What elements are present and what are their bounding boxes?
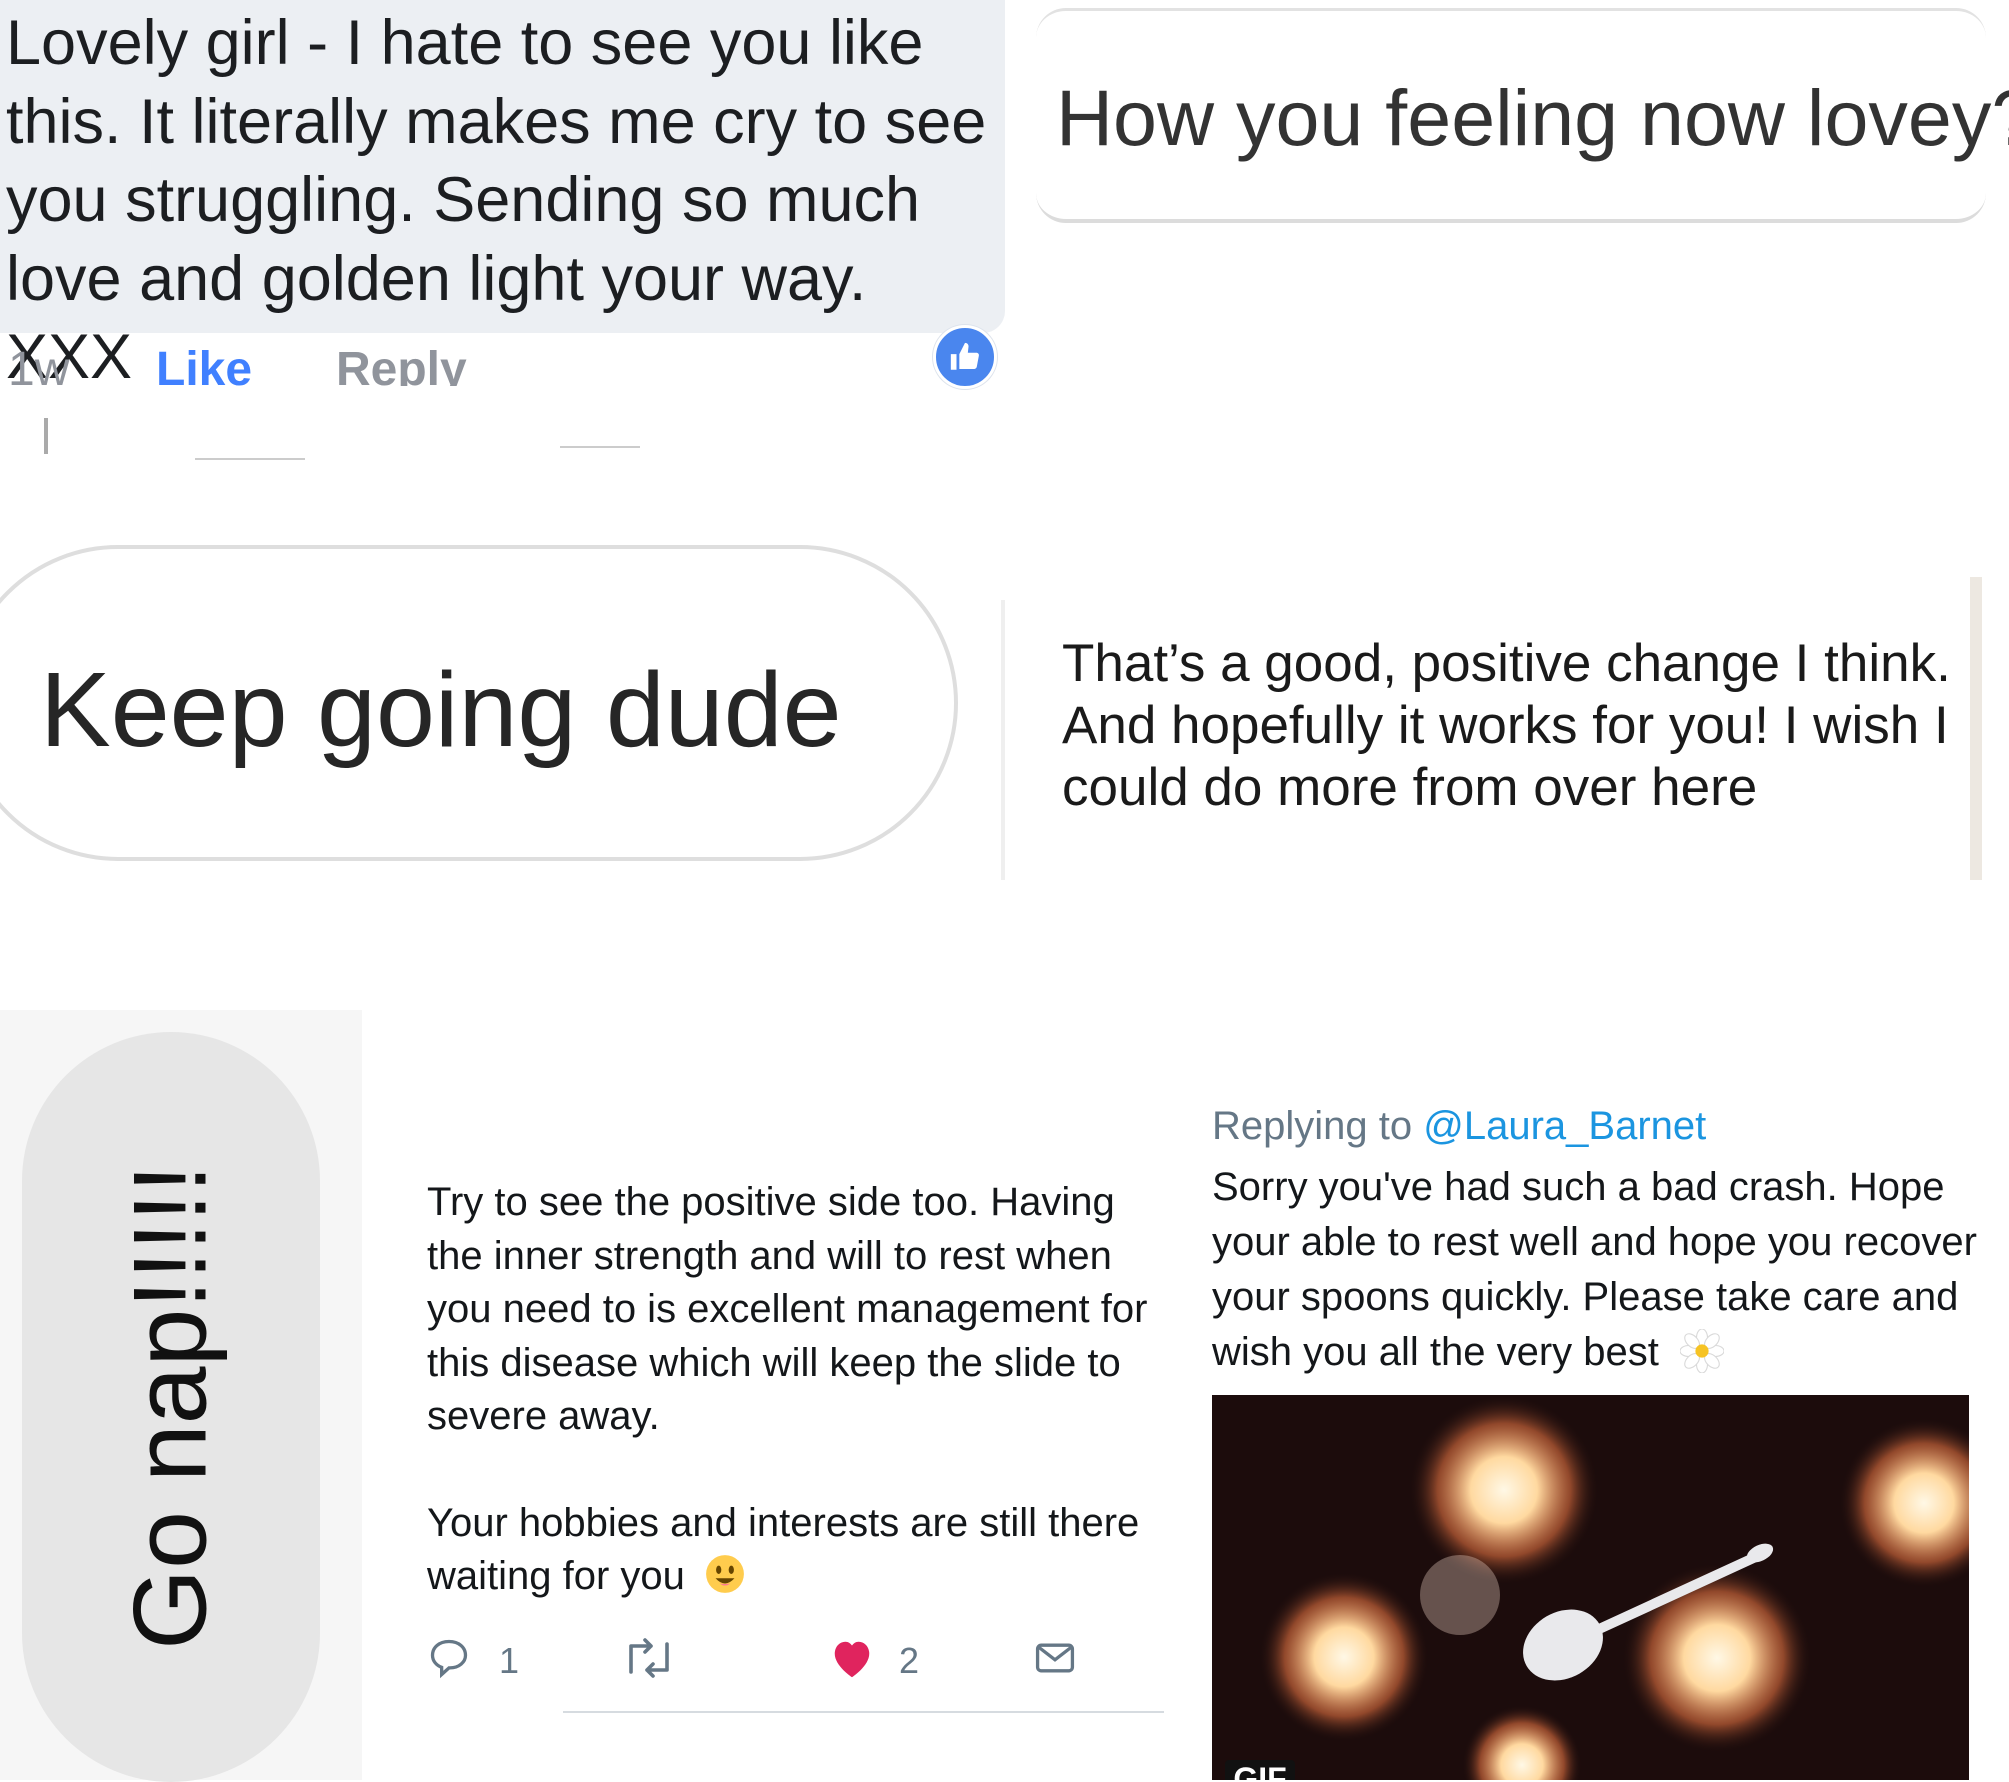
comment-timestamp: 1w — [8, 343, 70, 396]
thumbs-up-icon — [933, 325, 997, 389]
panel-edge — [1001, 600, 1005, 880]
heart-icon[interactable] — [829, 1636, 875, 1685]
divider — [563, 1711, 1164, 1713]
sparkle-spoon-image — [1212, 1395, 1969, 1780]
tweet-body: Sorry you've had such a bad crash. Hope … — [1212, 1160, 1982, 1388]
fb-comment-text: Lovely girl - I hate to see you like thi… — [6, 8, 987, 392]
tweet-actions: 1 2 — [427, 1630, 1167, 1690]
message-text: Keep going dude — [40, 651, 842, 769]
tweet-paragraph: Your hobbies and interests are still the… — [427, 1497, 1177, 1610]
gif-media[interactable]: GIF — [1212, 1395, 1969, 1780]
message-text: Go nap!!!!! — [112, 1164, 229, 1650]
divider — [560, 446, 640, 448]
like-count: 2 — [899, 1640, 920, 1681]
retweet-icon[interactable] — [621, 1636, 677, 1685]
emoji-icon — [704, 1553, 746, 1610]
reply-thread-marker — [44, 418, 48, 454]
tweet-paragraph: Try to see the positive side too. Having… — [427, 1180, 1148, 1438]
daisy-icon — [1679, 1328, 1725, 1388]
like-link[interactable]: Like — [156, 342, 252, 397]
user-handle-link[interactable]: @Laura_Barnet — [1423, 1104, 1706, 1148]
mail-icon[interactable] — [1033, 1636, 1077, 1685]
message-text: That’s a good, positive change I think. … — [1062, 634, 1951, 817]
gif-badge: GIF — [1225, 1760, 1295, 1780]
reply-icon[interactable] — [427, 1636, 471, 1685]
fb-comment-actions: 1w Like Reply — [0, 342, 1000, 396]
reply-count: 1 — [499, 1640, 520, 1681]
divider — [195, 458, 305, 460]
reply-link[interactable]: Reply — [336, 342, 467, 386]
tweet-body: Try to see the positive side too. Having… — [427, 1176, 1177, 1610]
message-text: How you feeling now lovey? — [1056, 73, 2009, 162]
replying-to-line: Replying to @Laura_Barnet — [1212, 1104, 1707, 1148]
